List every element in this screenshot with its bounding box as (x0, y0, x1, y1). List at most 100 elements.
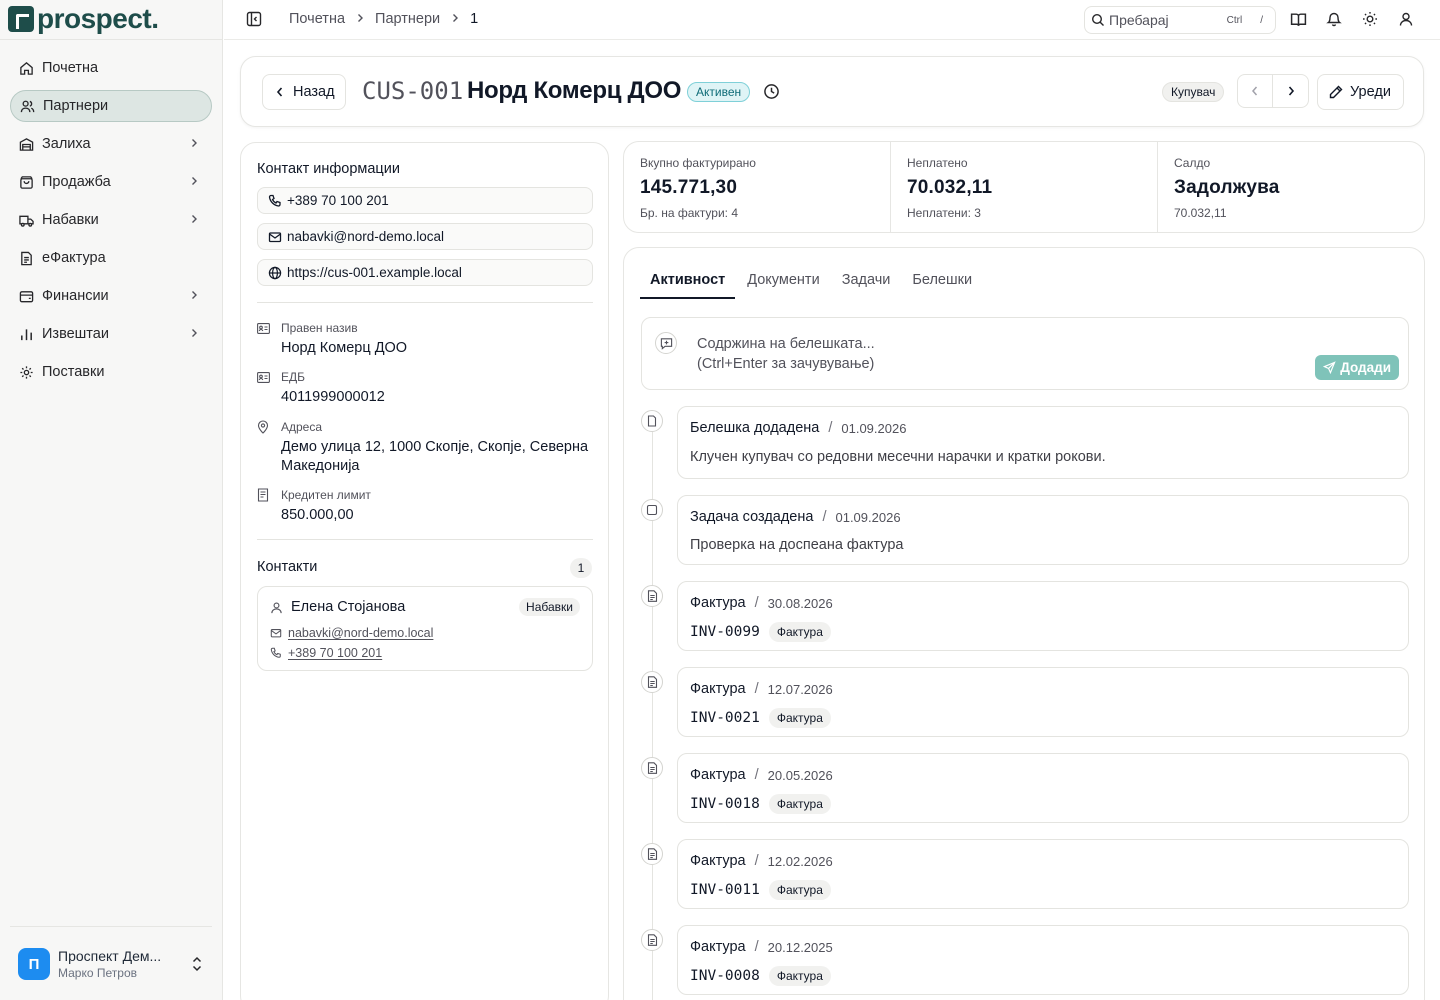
wallet-icon (18, 288, 34, 304)
bell-icon[interactable] (1326, 11, 1344, 29)
page-title: Норд Комерц ДОО (467, 77, 682, 104)
separator: / (754, 939, 759, 955)
sidebar-item-purchases[interactable]: Набавки (10, 204, 212, 236)
chevron-right-icon (188, 327, 200, 343)
sidebar-item-partners[interactable]: Партнери (10, 90, 212, 122)
field-label: Кредитен лимит (281, 488, 371, 502)
timeline-item[interactable]: Задача создадена / 01.09.2026 Проверка н… (677, 495, 1409, 565)
phone-field[interactable]: +389 70 100 201 (257, 187, 593, 214)
website-value: https://cus-001.example.local (287, 265, 462, 280)
contact-card[interactable]: Елена Стојанова Набавки nabavki@nord-dem… (257, 586, 593, 671)
chevron-left-icon (1250, 85, 1260, 97)
legal-name-field: Правен назив Норд Комерц ДОО (257, 321, 597, 358)
sidebar-item-label: Извештаи (42, 326, 109, 342)
invoice-icon (641, 671, 663, 693)
timeline-date: 12.07.2026 (767, 681, 833, 697)
note-input[interactable]: Содржина на белешката... (Ctrl+Enter за … (641, 317, 1409, 390)
sidebar-item-einvoice[interactable]: еФактура (10, 242, 212, 274)
email-field[interactable]: nabavki@nord-demo.local (257, 223, 593, 250)
partner-code: CUS-001 (362, 77, 464, 105)
stats-row: Вкупно фактурирано 145.771,30 Бр. на фак… (623, 141, 1425, 233)
partner-header: Назад CUS-001 Норд Комерц ДОО Активен Ку… (240, 56, 1424, 127)
invoice-tag: Фактура (768, 708, 831, 728)
field-value: 850.000,00 (281, 507, 354, 523)
chevron-right-icon (188, 175, 200, 191)
sidebar-toggle-icon[interactable] (246, 11, 262, 30)
add-label: Додади (1340, 360, 1391, 375)
globe-icon (268, 266, 282, 280)
search-placeholder: Пребарај (1109, 12, 1169, 28)
timeline-title: Фактура (690, 939, 746, 955)
invoice-icon (641, 929, 663, 951)
add-note-button[interactable]: Додади (1315, 355, 1399, 380)
sun-icon[interactable] (1362, 11, 1380, 29)
activity-tabs: Активност Документи Задачи Белешки (640, 272, 984, 299)
user-name: Марко Петров (58, 966, 137, 980)
tab-tasks[interactable]: Задачи (832, 272, 901, 299)
timeline-item[interactable]: Белешка додадена / 01.09.2026 Клучен куп… (677, 406, 1409, 479)
id-card-icon (257, 371, 271, 383)
timeline-item[interactable]: Фактура / 30.08.2026 INV-0099 Фактура (677, 581, 1409, 651)
mail-icon (268, 230, 282, 244)
user-icon[interactable] (1398, 11, 1416, 29)
breadcrumb-home[interactable]: Почетна (289, 11, 345, 27)
phone-icon (270, 647, 282, 659)
message-plus-icon (655, 332, 677, 354)
timeline-item[interactable]: Фактура / 20.05.2026 INV-0018 Фактура (677, 753, 1409, 823)
sidebar-item-home[interactable]: Почетна (10, 52, 212, 84)
previous-record-button[interactable] (1238, 75, 1274, 107)
field-value: Норд Комерц ДОО (281, 340, 408, 356)
invoice-code[interactable]: INV-0011 (690, 882, 760, 898)
history-icon[interactable] (763, 83, 780, 103)
stat-sub: Неплатени: 3 (907, 206, 981, 220)
sidebar-item-inventory[interactable]: Залиха (10, 128, 212, 160)
sidebar-item-finance[interactable]: Финансии (10, 280, 212, 312)
next-record-button[interactable] (1273, 75, 1308, 107)
logo[interactable]: prospect. (8, 4, 159, 34)
note-placeholder: Содржина на белешката... (Ctrl+Enter за … (697, 334, 875, 374)
sidebar-item-settings[interactable]: Поставки (10, 356, 212, 388)
sidebar-item-label: Партнери (43, 98, 109, 114)
home-icon (18, 60, 34, 76)
breadcrumb: Почетна Партнери 1 (289, 11, 478, 27)
logo-text: prospect. (37, 3, 159, 34)
breadcrumb-partners[interactable]: Партнери (375, 11, 440, 27)
field-value: 4011999000012 (281, 389, 385, 405)
sidebar-item-reports[interactable]: Извештаи (10, 318, 212, 350)
separator: / (754, 853, 759, 869)
tab-activity[interactable]: Активност (640, 272, 736, 299)
search-input[interactable]: Пребарај Ctrl / (1084, 6, 1276, 34)
timeline-item[interactable]: Фактура / 20.12.2025 INV-0008 Фактура (677, 925, 1409, 995)
invoice-code[interactable]: INV-0018 (690, 796, 760, 812)
field-label: Адреса (281, 420, 323, 434)
timeline-title: Фактура (690, 767, 746, 783)
sidebar-item-sales[interactable]: Продажба (10, 166, 212, 198)
timeline-item[interactable]: Фактура / 12.02.2026 INV-0011 Фактура (677, 839, 1409, 909)
timeline-date: 30.08.2026 (767, 595, 833, 611)
chevrons-up-down-icon (190, 955, 204, 976)
timeline-item[interactable]: Фактура / 12.07.2026 INV-0021 Фактура (677, 667, 1409, 737)
invoice-code[interactable]: INV-0021 (690, 710, 760, 726)
back-button[interactable]: Назад (262, 74, 346, 110)
user-menu[interactable]: П Проспект Дем... Марко Петров (18, 946, 208, 982)
edit-button[interactable]: Уреди (1317, 74, 1404, 110)
invoice-code[interactable]: INV-0008 (690, 968, 760, 984)
tab-notes[interactable]: Белешки (902, 272, 982, 299)
bar-chart-icon (18, 326, 34, 342)
book-open-icon[interactable] (1290, 11, 1308, 29)
id-card-icon (257, 322, 271, 334)
invoice-tag: Фактура (768, 880, 831, 900)
chevron-right-icon (188, 137, 200, 153)
contact-role-badge: Набавки (519, 598, 580, 616)
tab-documents[interactable]: Документи (737, 272, 829, 299)
breadcrumb-current: 1 (470, 11, 479, 27)
contact-phone-link[interactable]: +389 70 100 201 (270, 646, 382, 660)
website-field[interactable]: https://cus-001.example.local (257, 259, 593, 286)
timeline-body: Клучен купувач со редовни месечни нарачк… (690, 449, 1106, 465)
chevron-right-icon (188, 213, 200, 229)
invoice-code[interactable]: INV-0099 (690, 624, 760, 640)
contacts-count-badge: 1 (570, 558, 592, 578)
timeline-title: Фактура (690, 853, 746, 869)
sidebar-item-label: еФактура (42, 250, 106, 266)
contact-email-link[interactable]: nabavki@nord-demo.local (270, 626, 433, 640)
